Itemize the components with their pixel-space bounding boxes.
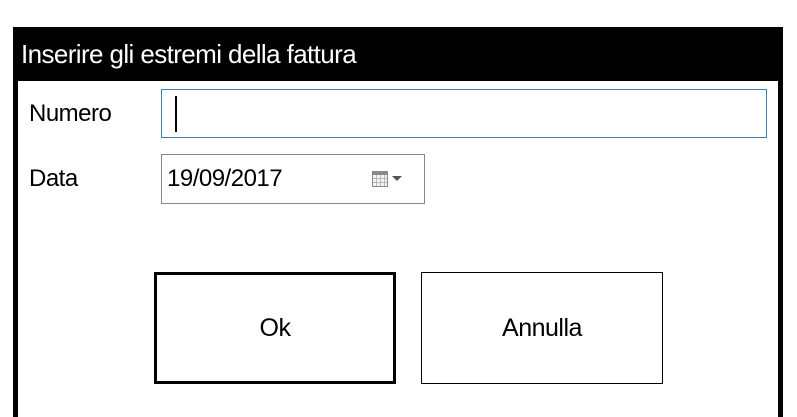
data-label: Data [29, 165, 78, 192]
calendar-icon[interactable] [372, 171, 388, 187]
text-caret [175, 96, 177, 132]
invoice-dialog: Inserire gli estremi della fattura Numer… [13, 27, 783, 417]
date-picker[interactable]: 19/09/2017 [161, 154, 425, 204]
dialog-title: Inserire gli estremi della fattura [13, 27, 783, 81]
numero-label: Numero [29, 100, 112, 127]
cancel-button[interactable]: Annulla [421, 272, 663, 384]
date-picker-button[interactable] [372, 167, 418, 193]
ok-button[interactable]: Ok [154, 272, 396, 384]
date-value[interactable]: 19/09/2017 [167, 165, 283, 193]
chevron-down-icon[interactable] [392, 176, 402, 181]
numero-input[interactable] [161, 89, 767, 138]
